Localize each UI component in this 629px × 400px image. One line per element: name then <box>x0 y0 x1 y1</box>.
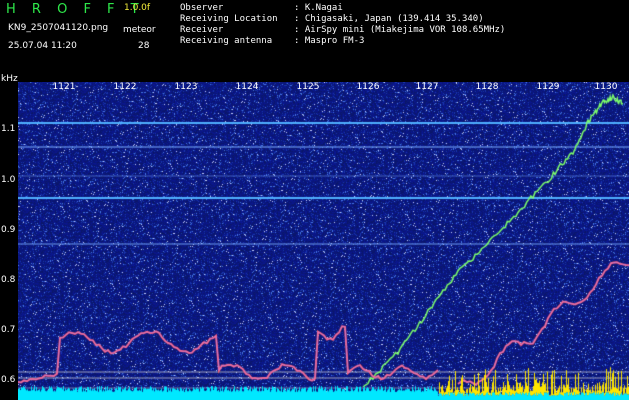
info-row-receiver: Receiver: AirSpy mini (Miakejima VOR 108… <box>180 25 506 35</box>
app-version: 1.0.0f <box>124 3 151 13</box>
x-tick-label: 1127 <box>415 82 439 92</box>
y-tick-label: 0.7 <box>1 325 16 335</box>
meteor-count: 28 <box>138 41 150 51</box>
y-tick-label: 0.9 <box>1 225 16 235</box>
x-tick-label: 1123 <box>174 82 198 92</box>
date-time: 25.07.04 11:20 <box>8 41 77 51</box>
info-row-location: Receiving Location: Chigasaki, Japan (13… <box>180 14 484 24</box>
x-tick-label: 1129 <box>536 82 560 92</box>
info-row-observer: Observer: K.Nagai <box>180 3 343 13</box>
station-info: Observer: K.Nagai Receiving Location: Ch… <box>180 3 505 47</box>
y-axis-unit: kHz <box>1 74 18 84</box>
y-tick-label: 1.0 <box>1 175 16 185</box>
file-name: KN9_2507041120.png <box>8 23 109 33</box>
meteor-label: meteor <box>123 25 156 35</box>
x-tick-label: 1130 <box>594 82 618 92</box>
x-tick-label: 1125 <box>296 82 320 92</box>
header-bar: H R O F F T 1.0.0f KN9_2507041120.png 25… <box>0 0 629 72</box>
x-tick-label: 1124 <box>235 82 259 92</box>
y-tick-label: 1.1 <box>1 124 16 134</box>
y-tick-label: 0.8 <box>1 275 16 285</box>
spectrogram-plot <box>18 82 629 400</box>
info-row-antenna: Receiving antenna: Maspro FM-3 <box>180 36 365 46</box>
x-tick-label: 1122 <box>113 82 137 92</box>
x-tick-label: 1126 <box>356 82 380 92</box>
x-tick-label: 1128 <box>475 82 499 92</box>
y-tick-label: 0.6 <box>1 375 16 385</box>
x-tick-label: 1121 <box>52 82 76 92</box>
